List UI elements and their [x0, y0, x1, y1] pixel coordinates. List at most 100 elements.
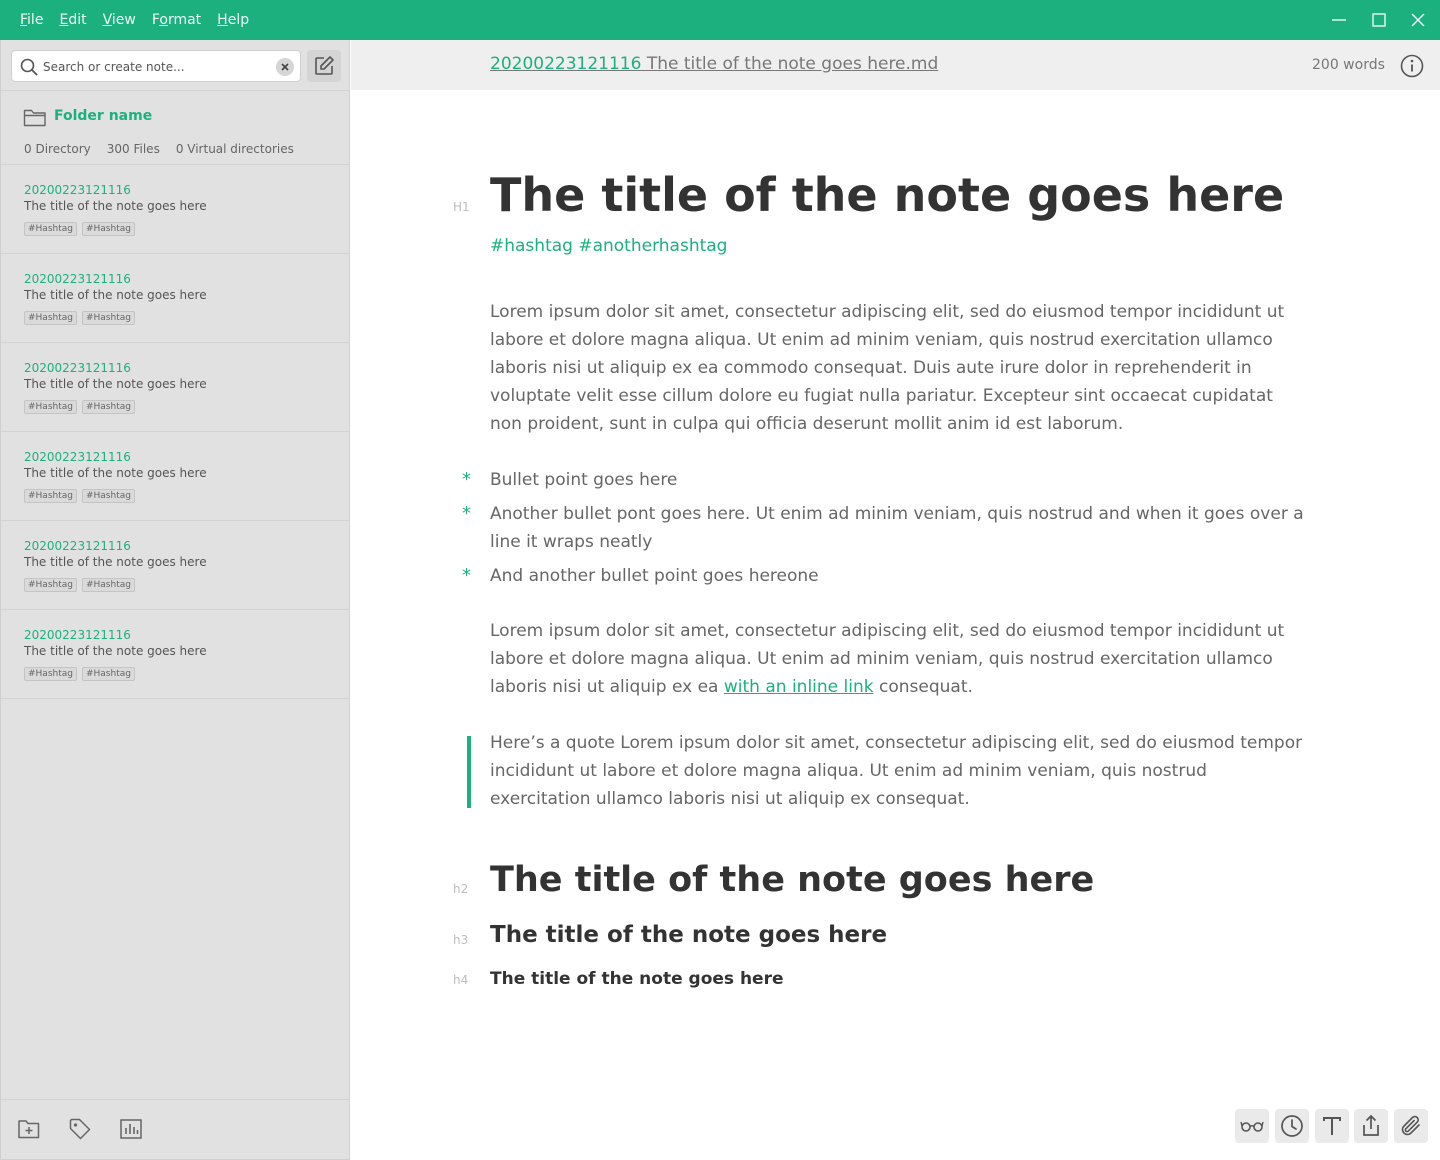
note-list-item[interactable]: 20200223121116 The title of the note goe… — [1, 610, 350, 699]
note-title: The title of the note goes here — [24, 199, 207, 213]
note-list-item[interactable]: 20200223121116 The title of the note goe… — [1, 432, 350, 521]
note-tag[interactable]: #Hashtag — [24, 489, 77, 503]
note-tag[interactable]: #Hashtag — [81, 489, 135, 503]
info-icon — [1400, 54, 1424, 78]
menu-help-mnemonic: H — [217, 12, 228, 28]
note-id: 20200223121116 — [24, 272, 131, 286]
text-format-button[interactable] — [1315, 1109, 1349, 1143]
note-list-item[interactable]: 20200223121116 The title of the note goe… — [1, 165, 350, 254]
directory-count: 0 Directory — [24, 142, 91, 156]
menu-file-mnemonic: F — [20, 12, 28, 28]
note-title: The title of the note goes here — [24, 644, 207, 658]
note-tags: #Hashtag #Hashtag — [24, 578, 140, 592]
h4-marker: h4 — [453, 973, 469, 987]
note-list-item[interactable]: 20200223121116 The title of the note goe… — [1, 254, 350, 343]
statistics-button[interactable] — [118, 1116, 144, 1142]
search-input[interactable] — [43, 57, 263, 77]
note-id: 20200223121116 — [24, 628, 131, 642]
maximize-button[interactable] — [1359, 0, 1399, 40]
note-tag[interactable]: #Hashtag — [24, 400, 77, 414]
maximize-icon — [1372, 13, 1386, 27]
editor[interactable]: H1 The title of the note goes here #hash… — [351, 90, 1440, 1160]
menu-edit-label: dit — [68, 12, 87, 28]
paragraph-text: consequat. — [873, 677, 973, 697]
note-tag[interactable]: #Hashtag — [81, 578, 135, 592]
folder-stats: 0 Directory 300 Files 0 Virtual director… — [24, 142, 310, 156]
minimize-button[interactable] — [1319, 0, 1359, 40]
menu-format[interactable]: Format — [152, 12, 201, 28]
menu-bar: File Edit View Format Help — [20, 0, 265, 40]
attachment-button[interactable] — [1394, 1109, 1428, 1143]
note-list-item[interactable]: 20200223121116 The title of the note goe… — [1, 343, 350, 432]
note-tag[interactable]: #Hashtag — [24, 578, 77, 592]
clock-icon — [1281, 1115, 1303, 1137]
bullet-marker: * — [462, 469, 471, 490]
note-tag[interactable]: #Hashtag — [81, 400, 135, 414]
text-format-icon — [1323, 1117, 1341, 1135]
virtual-directory-count: 0 Virtual directories — [175, 142, 294, 156]
note-tags: #Hashtag #Hashtag — [24, 222, 140, 236]
share-button[interactable] — [1354, 1109, 1388, 1143]
note-title: The title of the note goes here — [24, 377, 207, 391]
new-note-button[interactable] — [307, 50, 341, 82]
note-tag[interactable]: #Hashtag — [24, 667, 77, 681]
note-tag[interactable]: #Hashtag — [24, 222, 77, 236]
menu-help-label: elp — [227, 12, 250, 28]
menu-view[interactable]: View — [103, 12, 136, 28]
new-folder-button[interactable] — [16, 1116, 42, 1142]
h1-marker: H1 — [453, 200, 470, 214]
word-count: 200 words — [1312, 57, 1385, 73]
note-tag[interactable]: #Hashtag — [81, 667, 135, 681]
tag-icon — [69, 1118, 91, 1140]
heading-1: The title of the note goes here — [490, 168, 1285, 222]
note-filename-link[interactable]: 20200223121116 The title of the note goe… — [490, 54, 938, 74]
file-count: 300 Files — [106, 142, 160, 156]
note-tag[interactable]: #Hashtag — [81, 311, 135, 325]
heading-3: The title of the note goes here — [490, 922, 888, 948]
preview-button[interactable] — [1235, 1109, 1269, 1143]
clear-icon — [281, 63, 289, 71]
new-folder-icon — [18, 1120, 40, 1139]
menu-edit-mnemonic: E — [59, 12, 69, 28]
blockquote: Here’s a quote Lorem ipsum dolor sit ame… — [490, 733, 1303, 809]
heading-2: The title of the note goes here — [490, 860, 1095, 900]
note-tag[interactable]: #Hashtag — [81, 222, 135, 236]
folder-name: Folder name — [54, 108, 153, 124]
note-tags: #Hashtag #Hashtag — [24, 400, 140, 414]
menu-edit[interactable]: Edit — [59, 12, 86, 28]
clear-search-button[interactable] — [276, 58, 294, 76]
history-button[interactable] — [1275, 1109, 1309, 1143]
note-list-item[interactable]: 20200223121116 The title of the note goe… — [1, 521, 350, 610]
close-button[interactable] — [1398, 0, 1438, 40]
folder-header[interactable]: Folder name 0 Directory 300 Files 0 Virt… — [1, 90, 350, 165]
attachment-icon — [1401, 1115, 1420, 1136]
editor-header: 20200223121116 The title of the note goe… — [351, 40, 1440, 90]
menu-view-mnemonic: V — [102, 12, 112, 28]
menu-help[interactable]: Help — [217, 12, 249, 28]
menu-file-label: ile — [27, 12, 44, 28]
folder-icon — [23, 109, 46, 127]
sidebar: Folder name 0 Directory 300 Files 0 Virt… — [0, 40, 350, 1160]
paragraph: Lorem ipsum dolor sit amet, consectetur … — [490, 617, 1305, 701]
search-box — [11, 50, 301, 82]
h3-marker: h3 — [453, 933, 469, 947]
info-button[interactable] — [1399, 53, 1425, 79]
edit-icon — [315, 56, 334, 75]
note-tags: #Hashtag #Hashtag — [24, 489, 140, 503]
glasses-icon — [1240, 1121, 1264, 1132]
paragraph: Lorem ipsum dolor sit amet, consectetur … — [490, 302, 1285, 434]
title-bar: File Edit View Format Help — [0, 0, 1440, 40]
note-file-title: The title of the note goes here.md — [641, 54, 939, 74]
inline-link[interactable]: with an inline link — [724, 677, 874, 697]
tags-button[interactable] — [67, 1116, 93, 1142]
note-hashtags[interactable]: #hashtag #anotherhashtag — [490, 236, 727, 256]
note-file-id: 20200223121116 — [490, 54, 642, 74]
quote-bar — [467, 736, 471, 808]
note-tag[interactable]: #Hashtag — [24, 311, 77, 325]
minimize-icon — [1332, 19, 1346, 21]
bullet-marker: * — [462, 503, 471, 524]
menu-file[interactable]: File — [20, 12, 43, 28]
menu-view-label: iew — [111, 12, 136, 28]
menu-format-mnemonic: o — [159, 12, 168, 28]
bullet-item: And another bullet point goes hereone — [490, 566, 819, 586]
